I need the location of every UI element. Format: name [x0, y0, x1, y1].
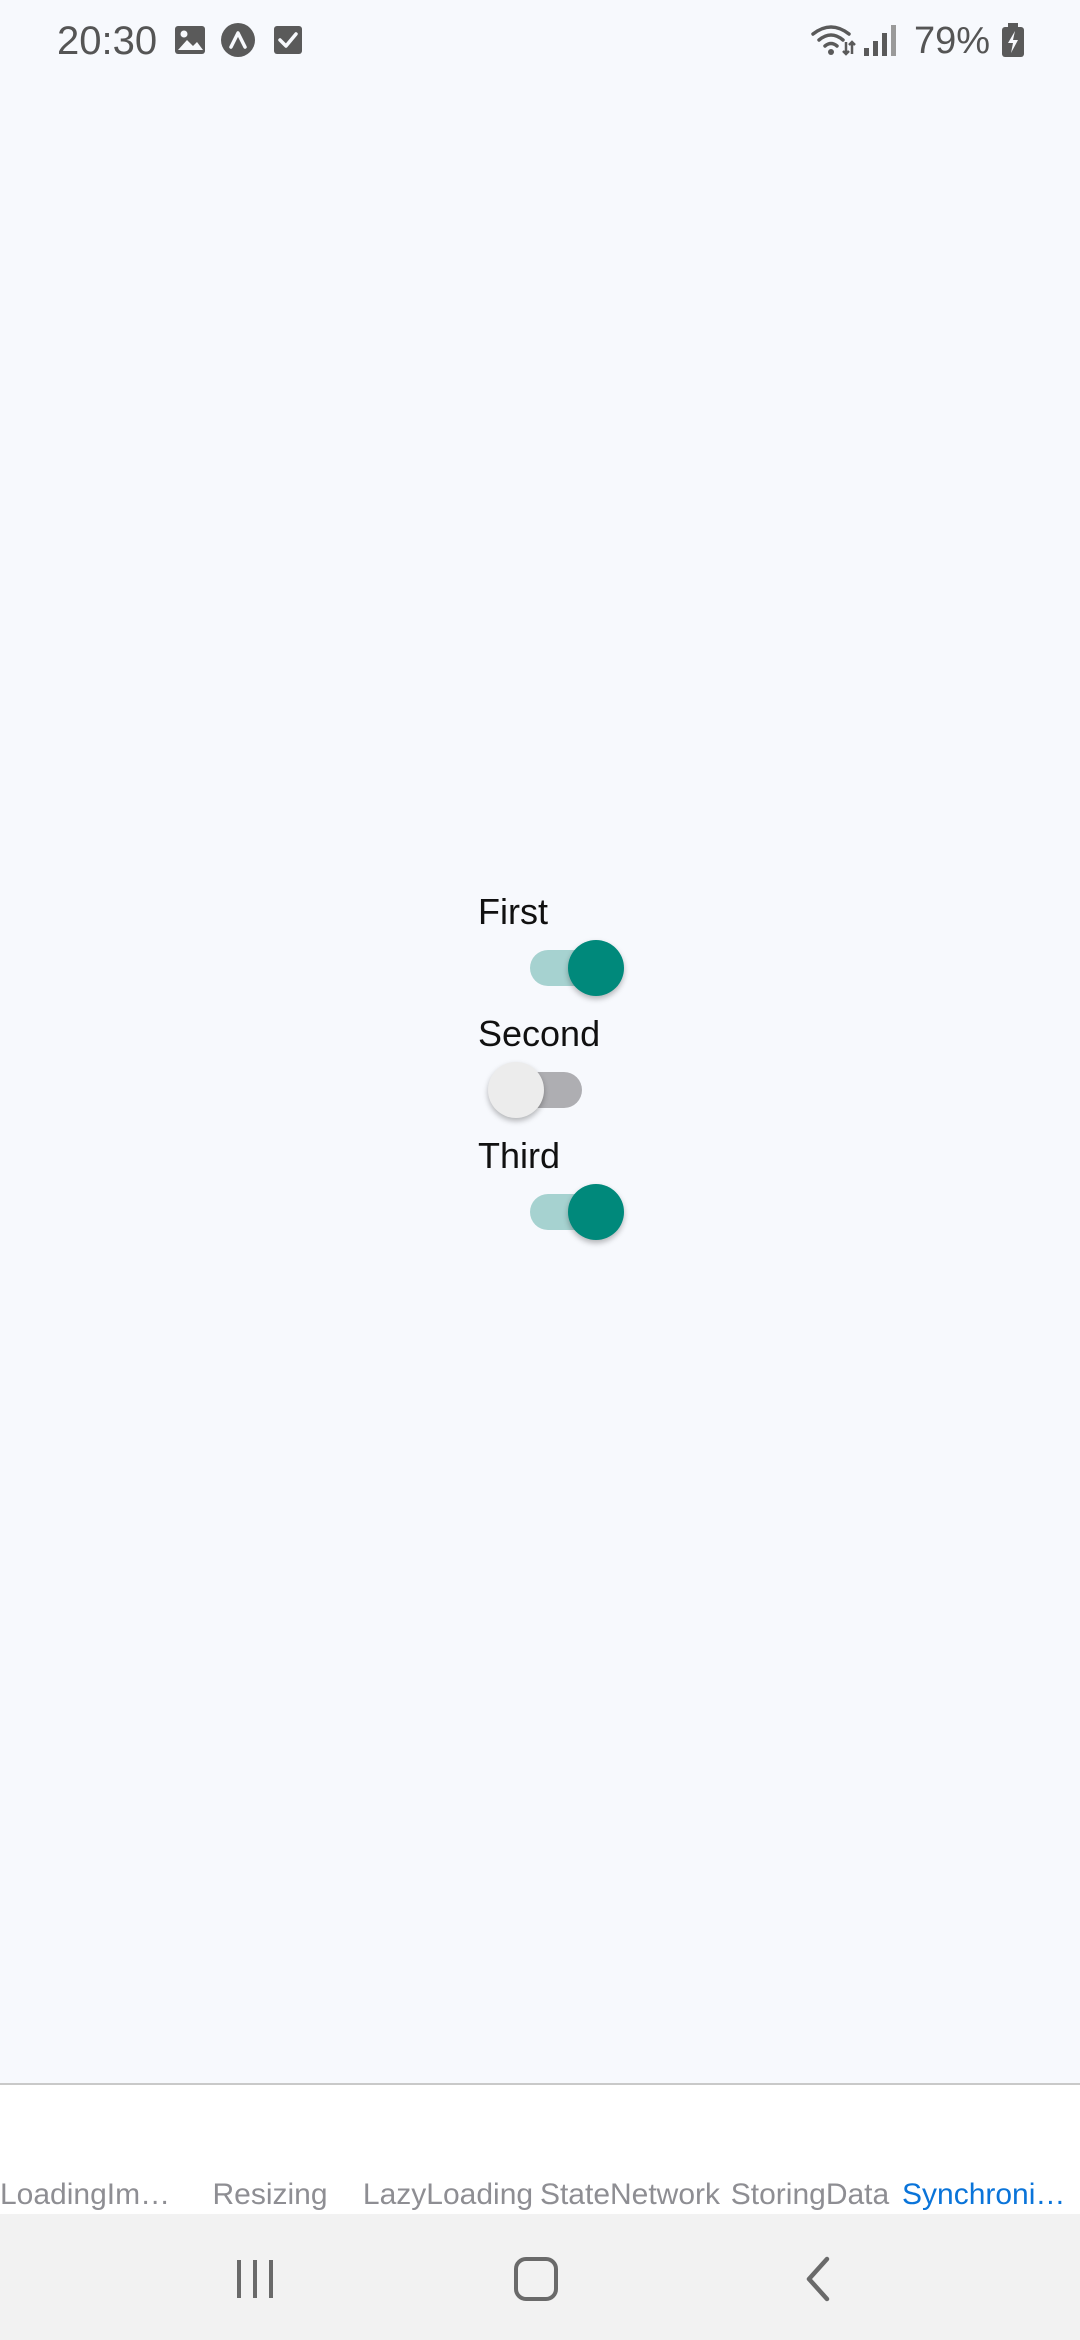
checkbox-icon [274, 26, 302, 54]
tab-lazy-loading[interactable]: LazyLoading [362, 2175, 534, 2215]
switch-label-third: Third [478, 1135, 561, 1176]
wifi-icon [811, 25, 856, 56]
recent-apps-icon[interactable] [210, 2234, 300, 2324]
app-circle-icon [221, 23, 255, 57]
tab-state-network[interactable]: StateNetwork [538, 2175, 722, 2215]
status-bar: 20:30 79% [0, 0, 1080, 82]
tab-resizing[interactable]: Resizing [200, 2175, 340, 2215]
switch-label-second: Second [478, 1013, 601, 1054]
switch-thumb [488, 1062, 544, 1118]
bottom-tab-bar: LoadingIma... Resizing LazyLoading State… [0, 2085, 1080, 2214]
system-nav-bar [0, 2214, 1080, 2340]
switch-label-first: First [478, 891, 548, 932]
battery-percentage: 79% [913, 20, 990, 62]
switch-first[interactable] [508, 940, 624, 996]
image-icon [175, 26, 205, 54]
home-icon[interactable] [491, 2234, 581, 2324]
battery-icon [1002, 23, 1024, 57]
switch-second[interactable] [488, 1062, 600, 1118]
switch-thumb [568, 940, 624, 996]
back-icon[interactable] [773, 2234, 863, 2324]
signal-icon [864, 25, 896, 56]
switch-third[interactable] [508, 1184, 624, 1240]
status-time: 20:30 [57, 19, 158, 63]
tab-synchronizing[interactable]: Synchronizi... [902, 2175, 1080, 2215]
tab-storing-data[interactable]: StoringData [730, 2175, 890, 2215]
switch-thumb [568, 1184, 624, 1240]
tab-loading-images[interactable]: LoadingIma... [0, 2175, 180, 2215]
